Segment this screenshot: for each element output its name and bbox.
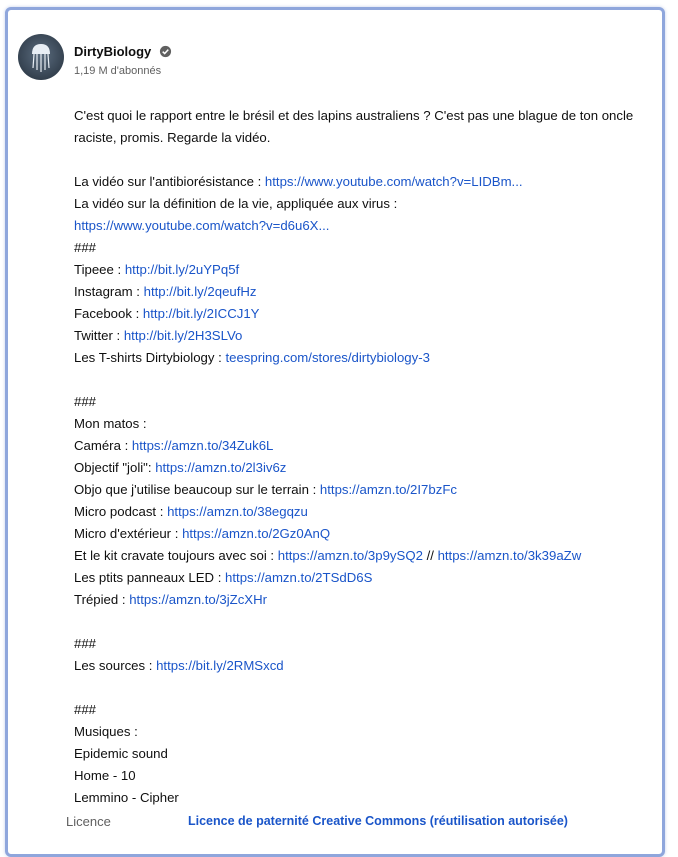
virus-label: La vidéo sur la définition de la vie, ap… [74,196,398,211]
tshirts-link[interactable]: teespring.com/stores/dirtybiology-3 [225,350,430,365]
camera-link[interactable]: https://amzn.to/34Zuk6L [132,438,273,453]
trepied-label: Trépied : [74,592,130,607]
facebook-link[interactable]: http://bit.ly/2ICCJ1Y [143,306,260,321]
kit-link-1[interactable]: https://amzn.to/3p9ySQ2 [278,548,423,563]
micro-podcast-link[interactable]: https://amzn.to/38egqzu [167,504,308,519]
trepied-line: Trépied : https://amzn.to/3jZcXHr [74,589,664,611]
twitter-line: Twitter : http://bit.ly/2H3SLVo [74,325,664,347]
objo-label: Objo que j'utilise beaucoup sur le terra… [74,482,320,497]
separator: ### [74,394,97,409]
separator: ### [74,240,97,255]
kit-label: Et le kit cravate toujours avec soi : [74,548,278,563]
led-line: Les ptits panneaux LED : https://amzn.to… [74,567,664,589]
antibio-line: La vidéo sur l'antibiorésistance : https… [74,171,664,193]
tshirts-line: Les T-shirts Dirtybiology : teespring.co… [74,347,664,369]
objectif-label: Objectif "joli": [74,460,156,475]
separator: ### [74,636,97,651]
trepied-link[interactable]: https://amzn.to/3jZcXHr [129,592,267,607]
video-description: C'est quoi le rapport entre le brésil et… [74,105,664,809]
instagram-label: Instagram : [74,284,144,299]
antibio-label: La vidéo sur l'antibiorésistance : [74,174,265,189]
camera-label: Caméra : [74,438,132,453]
micro-podcast-label: Micro podcast : [74,504,168,519]
camera-line: Caméra : https://amzn.to/34Zuk6L [74,435,664,457]
virus-link[interactable]: https://www.youtube.com/watch?v=d6u6X... [74,218,329,233]
micro-ext-label: Micro d'extérieur : [74,526,183,541]
micro-ext-link[interactable]: https://amzn.to/2Gz0AnQ [182,526,330,541]
objectif-link[interactable]: https://amzn.to/2l3iv6z [155,460,286,475]
tipeee-label: Tipeee : [74,262,125,277]
instagram-link[interactable]: http://bit.ly/2qeufHz [144,284,257,299]
objo-link[interactable]: https://amzn.to/2I7bzFc [320,482,457,497]
description-panel: DirtyBiology 1,19 M d'abonnés C'est quoi… [5,7,665,857]
licence-link[interactable]: Licence de paternité Creative Commons (r… [188,814,568,828]
sources-link[interactable]: https://bit.ly/2RMSxcd [156,658,284,673]
kit-separator: // [422,548,438,563]
objectif-line: Objectif "joli": https://amzn.to/2l3iv6z [74,457,664,479]
tipeee-link[interactable]: http://bit.ly/2uYPq5f [125,262,239,277]
channel-name-text: DirtyBiology [74,44,152,59]
channel-name[interactable]: DirtyBiology [74,44,172,59]
musiques-title: Musiques : [74,724,138,739]
sources-line: Les sources : https://bit.ly/2RMSxcd [74,655,664,677]
music-item: Home - 10 [74,768,136,783]
description-intro-line-1: C'est quoi le rapport entre le brésil et… [74,108,634,123]
kit-line: Et le kit cravate toujours avec soi : ht… [74,545,664,567]
kit-link-2[interactable]: https://amzn.to/3k39aZw [438,548,582,563]
matos-title: Mon matos : [74,416,147,431]
tshirts-label: Les T-shirts Dirtybiology : [74,350,226,365]
antibio-link[interactable]: https://www.youtube.com/watch?v=LIDBm... [265,174,523,189]
micro-podcast-line: Micro podcast : https://amzn.to/38egqzu [74,501,664,523]
tipeee-line: Tipeee : http://bit.ly/2uYPq5f [74,259,664,281]
music-item: Epidemic sound [74,746,168,761]
description-intro-line-2: raciste, promis. Regarde la vidéo. [74,130,271,145]
licence-label: Licence [66,814,111,829]
facebook-label: Facebook : [74,306,143,321]
facebook-line: Facebook : http://bit.ly/2ICCJ1Y [74,303,664,325]
twitter-link[interactable]: http://bit.ly/2H3SLVo [124,328,243,343]
separator: ### [74,702,97,717]
objo-line: Objo que j'utilise beaucoup sur le terra… [74,479,664,501]
sources-label: Les sources : [74,658,157,673]
jellyfish-logo-icon [32,44,50,72]
micro-ext-line: Micro d'extérieur : https://amzn.to/2Gz0… [74,523,664,545]
led-link[interactable]: https://amzn.to/2TSdD6S [225,570,372,585]
subscriber-count: 1,19 M d'abonnés [74,65,162,77]
led-label: Les ptits panneaux LED : [74,570,226,585]
music-item: Lemmino - Cipher [74,790,179,805]
virus-line: https://www.youtube.com/watch?v=d6u6X... [74,215,664,237]
channel-avatar[interactable] [18,34,64,80]
instagram-line: Instagram : http://bit.ly/2qeufHz [74,281,664,303]
twitter-label: Twitter : [74,328,124,343]
verified-icon [159,45,171,58]
